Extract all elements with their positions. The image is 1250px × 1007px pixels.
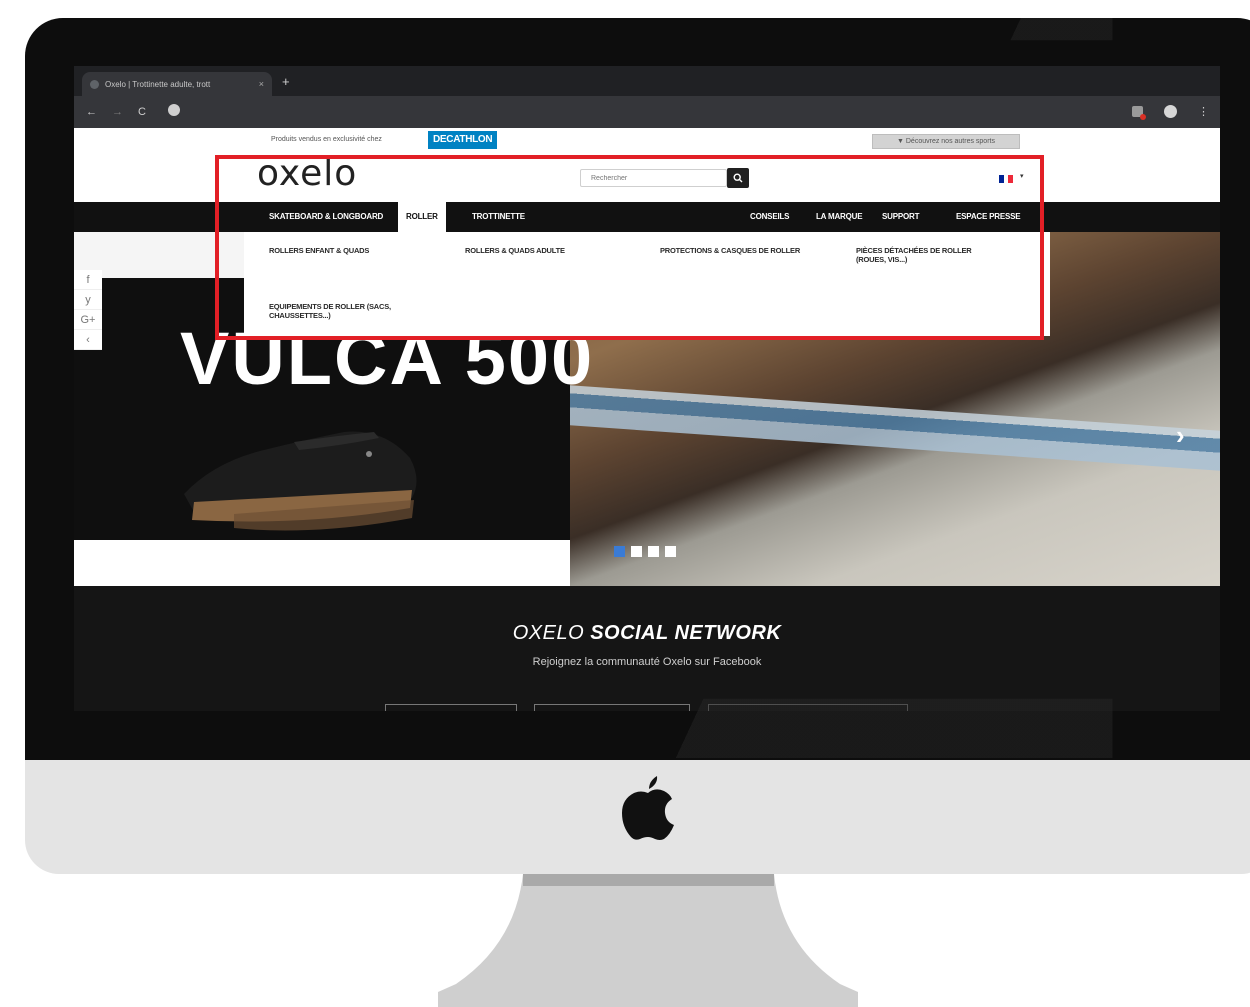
- french-flag-icon[interactable]: [999, 175, 1014, 183]
- promo-bar: Produits vendus en exclusivité chez DECA…: [74, 128, 1220, 154]
- language-caret-icon[interactable]: ▾: [1020, 172, 1024, 180]
- social-card[interactable]: [534, 704, 690, 711]
- megamenu-item-protections[interactable]: PROTECTIONS & CASQUES DE ROLLER: [660, 246, 800, 255]
- social-network-section: OXELO SOCIAL NETWORK Rejoignez la commun…: [74, 586, 1220, 711]
- browser-menu-icon[interactable]: ⋮: [1198, 105, 1209, 119]
- slider-dot[interactable]: [665, 546, 676, 557]
- nav-item-skateboard[interactable]: SKATEBOARD & LONGBOARD: [269, 202, 383, 232]
- extension-icon[interactable]: [1132, 106, 1146, 120]
- imac-mockup: Oxelo | Trottinette adulte, trott × + ← …: [0, 0, 1250, 1007]
- nav-item-trottinette[interactable]: TROTTINETTE: [472, 202, 525, 232]
- main-nav: SKATEBOARD & LONGBOARD ROLLER TROTTINETT…: [74, 202, 1220, 232]
- forward-arrow-icon[interactable]: →: [112, 105, 123, 119]
- slider-dot[interactable]: [648, 546, 659, 557]
- megamenu-item-pieces[interactable]: PIÈCES DÉTACHÉES DE ROLLER (ROUES, VIS..…: [856, 246, 996, 264]
- site-header: oxelo ▾: [74, 154, 1220, 202]
- browser-toolbar: ← → C ⋮: [74, 96, 1220, 128]
- profile-avatar-icon[interactable]: [1164, 105, 1177, 118]
- twitter-share-icon[interactable]: y: [74, 290, 102, 310]
- social-title: OXELO SOCIAL NETWORK: [74, 622, 1220, 645]
- search-input[interactable]: [580, 169, 727, 187]
- tab-close-icon[interactable]: ×: [259, 79, 264, 89]
- slider-dots: [614, 546, 676, 557]
- nav-item-espace-presse[interactable]: ESPACE PRESSE: [956, 202, 1021, 232]
- social-title-bold: SOCIAL NETWORK: [590, 622, 782, 644]
- slider-next-arrow[interactable]: ›: [1176, 422, 1185, 448]
- share-collapse-icon[interactable]: ‹: [74, 330, 102, 350]
- browser-tab[interactable]: Oxelo | Trottinette adulte, trott ×: [82, 72, 272, 96]
- google-plus-share-icon[interactable]: G+: [74, 310, 102, 330]
- reload-icon[interactable]: C: [138, 105, 146, 119]
- facebook-share-icon[interactable]: f: [74, 270, 102, 290]
- browser-tab-strip: Oxelo | Trottinette adulte, trott × +: [74, 66, 1220, 96]
- shoe-image: [184, 431, 417, 531]
- slider-dot[interactable]: [631, 546, 642, 557]
- megamenu-item-rollers-adulte[interactable]: ROLLERS & QUADS ADULTE: [465, 246, 565, 255]
- oxelo-logo[interactable]: oxelo: [257, 154, 357, 194]
- back-arrow-icon[interactable]: ←: [86, 105, 97, 119]
- site-info-icon[interactable]: [168, 104, 180, 116]
- browser-screen: Oxelo | Trottinette adulte, trott × + ← …: [74, 66, 1220, 711]
- nav-item-roller[interactable]: ROLLER: [398, 202, 446, 232]
- promo-text: Produits vendus en exclusivité chez: [271, 136, 382, 143]
- website: Produits vendus en exclusivité chez DECA…: [74, 128, 1220, 711]
- tab-favicon-icon: [90, 79, 99, 89]
- slider-dot[interactable]: [614, 546, 625, 557]
- search-button[interactable]: [727, 168, 749, 188]
- nav-item-support[interactable]: SUPPORT: [882, 202, 919, 232]
- apple-logo-icon: [622, 776, 674, 840]
- social-card[interactable]: [385, 704, 517, 711]
- social-card[interactable]: [708, 704, 908, 711]
- new-tab-button[interactable]: +: [282, 75, 290, 88]
- discover-sports-button[interactable]: ▼ Découvrez nos autres sports: [872, 134, 1020, 149]
- social-subtitle: Rejoignez la communauté Oxelo sur Facebo…: [532, 656, 762, 668]
- share-sidebar: f y G+ ‹: [74, 270, 102, 350]
- decathlon-logo[interactable]: DECATHLON: [428, 131, 498, 149]
- megamenu-item-rollers-enfant[interactable]: ROLLERS ENFANT & QUADS: [269, 246, 369, 255]
- megamenu-item-equipements[interactable]: EQUIPEMENTS DE ROLLER (SACS, CHAUSSETTES…: [269, 302, 419, 320]
- search-icon: [733, 173, 743, 183]
- megamenu-panel: ROLLERS ENFANT & QUADS ROLLERS & QUADS A…: [244, 232, 1050, 336]
- imac-stand: [438, 874, 858, 1007]
- tab-title: Oxelo | Trottinette adulte, trott: [105, 79, 211, 89]
- social-title-light: OXELO: [512, 622, 585, 644]
- nav-item-conseils[interactable]: CONSEILS: [750, 202, 789, 232]
- hero-bottom-strip: [74, 540, 570, 586]
- nav-item-la-marque[interactable]: LA MARQUE: [816, 202, 863, 232]
